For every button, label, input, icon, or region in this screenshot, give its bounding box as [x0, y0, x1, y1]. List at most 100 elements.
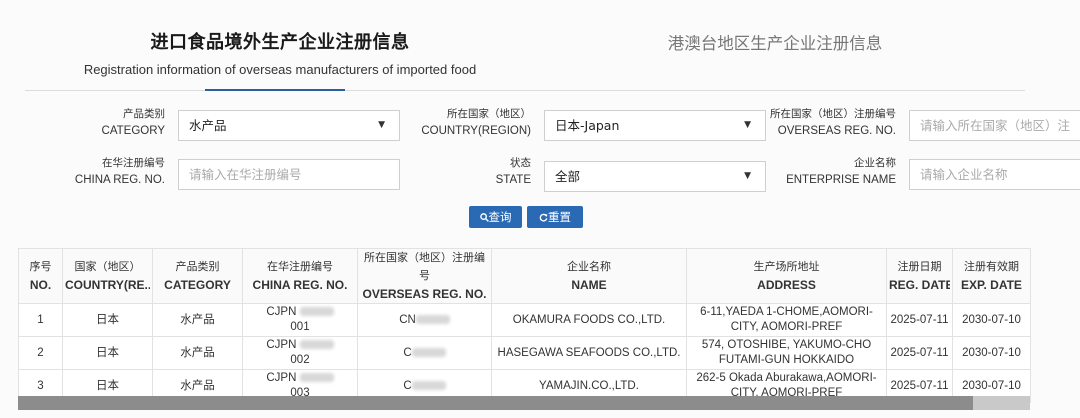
country-value: 日本-Japan — [555, 118, 620, 133]
cell-name: OKAMURA FOODS CO.,LTD. — [491, 303, 687, 337]
tab-subtitle: Registration information of overseas man… — [83, 62, 477, 77]
divider — [25, 90, 1025, 91]
cell-exp-date: 2030-07-10 — [952, 303, 1031, 337]
overseas-reg-prefix: C — [403, 379, 412, 392]
overseas-reg-label: 所在国家（地区）注册编号 OVERSEAS REG. NO. — [740, 106, 896, 140]
cell-address: 574, OTOSHIBE, YAKUMO-CHO FUTAMI-GUN HOK… — [686, 336, 887, 370]
redacted-block — [299, 307, 334, 317]
china-reg-suffix: 001 — [290, 321, 310, 333]
cell-no: 2 — [18, 336, 63, 370]
enterprise-label-en: ENTERPRISE NAME — [786, 174, 896, 186]
overseas-reg-placeholder: 请输入所在国家（地区）注 — [920, 118, 1071, 133]
col-header-name[interactable]: 企业名称 NAME — [491, 248, 687, 304]
overseas-reg-prefix: C — [403, 346, 412, 359]
col-header-no[interactable]: 序号 NO. — [18, 248, 63, 304]
header-en: NAME — [571, 278, 607, 292]
header-cn: 产品类别 — [175, 260, 220, 273]
caret-down-icon: ▼ — [378, 120, 385, 130]
enterprise-input[interactable]: 请输入企业名称 — [909, 159, 1080, 190]
header-en: COUNTRY(RE... — [65, 278, 150, 292]
tab-hk-macao-taiwan[interactable]: 港澳台地区生产企业注册信息 — [640, 30, 910, 54]
col-header-reg-date[interactable]: 注册日期 REG. DATE — [886, 248, 953, 304]
cell-address: 6-11,YAEDA 1-CHOME,AOMORI-CITY, AOMORI-P… — [686, 303, 887, 337]
category-value: 水产品 — [189, 118, 227, 133]
table-row[interactable]: 1 日本 水产品 CJPN 001 CN OKAMURA FOODS CO.,L… — [18, 303, 1031, 337]
china-reg-prefix: CJPN — [266, 372, 297, 384]
cell-category: 水产品 — [152, 336, 243, 370]
category-label: 产品类别 CATEGORY — [60, 106, 165, 140]
tab-bar: 进口食品境外生产企业注册信息 Registration information … — [0, 0, 1080, 92]
col-header-china-reg[interactable]: 在华注册编号 CHINA REG. NO. — [242, 248, 358, 304]
category-select[interactable]: 水产品 ▼ — [178, 110, 400, 141]
results-table: 序号 NO. 国家（地区） COUNTRY(RE... 产品类别 CATEGORY 在… — [18, 248, 1031, 403]
tab-overseas-manufacturers[interactable]: 进口食品境外生产企业注册信息 Registration information … — [60, 28, 500, 77]
china-reg-prefix: CJPN — [266, 306, 297, 318]
header-cn: 注册日期 — [897, 260, 942, 273]
china-reg-label: 在华注册编号 CHINA REG. NO. — [60, 155, 165, 189]
col-header-address[interactable]: 生产场所地址 ADDRESS — [686, 248, 887, 304]
header-cn: 在华注册编号 — [267, 260, 333, 273]
redacted-block — [299, 373, 334, 383]
caret-down-icon: ▼ — [744, 171, 751, 181]
china-reg-placeholder: 请输入在华注册编号 — [189, 167, 302, 182]
page: 进口食品境外生产企业注册信息 Registration information … — [0, 0, 1080, 418]
cell-country: 日本 — [62, 303, 153, 337]
cell-exp-date: 2030-07-10 — [952, 336, 1031, 370]
search-button-label: 查询 — [488, 210, 512, 224]
china-reg-input[interactable]: 请输入在华注册编号 — [178, 159, 400, 190]
header-cn: 企业名称 — [567, 260, 611, 273]
reset-button-label: 重置 — [548, 210, 571, 224]
country-label-en: COUNTRY(REGION) — [421, 125, 531, 137]
enterprise-label: 企业名称 ENTERPRISE NAME — [770, 155, 896, 189]
cell-category: 水产品 — [152, 303, 243, 337]
header-en: CHINA REG. NO. — [252, 278, 348, 292]
redacted-block — [299, 340, 334, 350]
scrollbar-thumb[interactable] — [18, 396, 973, 410]
overseas-reg-input[interactable]: 请输入所在国家（地区）注 — [909, 110, 1080, 141]
state-label-cn: 状态 — [510, 157, 531, 169]
category-label-cn: 产品类别 — [123, 108, 165, 120]
cell-no: 1 — [18, 303, 63, 337]
horizontal-scrollbar[interactable] — [18, 396, 1030, 410]
col-header-country[interactable]: 国家（地区） COUNTRY(RE... — [62, 248, 153, 304]
state-select[interactable]: 全部 ▼ — [544, 161, 766, 192]
country-select[interactable]: 日本-Japan ▼ — [544, 110, 766, 141]
cell-name: HASEGAWA SEAFOODS CO.,LTD. — [491, 336, 687, 370]
cell-country: 日本 — [62, 336, 153, 370]
header-cn: 注册有效期 — [964, 260, 1019, 273]
china-reg-label-cn: 在华注册编号 — [102, 157, 165, 169]
category-label-en: CATEGORY — [101, 125, 165, 137]
header-cn: 所在国家（地区）注册编号 — [364, 251, 485, 282]
state-value: 全部 — [555, 169, 581, 184]
header-en: EXP. DATE — [961, 278, 1022, 292]
header-en: ADDRESS — [757, 278, 816, 292]
china-reg-prefix: CJPN — [266, 339, 297, 351]
table-row[interactable]: 2 日本 水产品 CJPN 002 C HASEGAWA SEAFOODS CO… — [18, 336, 1031, 370]
redacted-block — [411, 347, 446, 357]
cell-overseas-reg: C — [357, 336, 492, 370]
redacted-block — [415, 314, 450, 324]
col-header-exp-date[interactable]: 注册有效期 EXP. DATE — [952, 248, 1031, 304]
china-reg-suffix: 002 — [290, 354, 310, 366]
state-label: 状态 STATE — [440, 155, 531, 189]
cell-china-reg: CJPN 001 — [242, 303, 358, 337]
active-tab-indicator — [205, 89, 345, 91]
col-header-overseas-reg[interactable]: 所在国家（地区）注册编号 OVERSEAS REG. NO. — [357, 248, 492, 304]
header-cn: 生产场所地址 — [753, 260, 820, 273]
tab-title: 进口食品境外生产企业注册信息 — [150, 32, 410, 53]
cell-overseas-reg: CN — [357, 303, 492, 337]
search-button[interactable]: 查询 — [469, 206, 522, 228]
col-header-category[interactable]: 产品类别 CATEGORY — [152, 248, 243, 304]
overseas-reg-prefix: CN — [399, 313, 416, 326]
country-label-cn: 所在国家（地区） — [447, 108, 531, 120]
reset-button[interactable]: 重置 — [527, 206, 583, 228]
header-en: REG. DATE — [889, 278, 950, 292]
china-reg-label-en: CHINA REG. NO. — [74, 174, 165, 186]
cell-reg-date: 2025-07-11 — [886, 303, 953, 337]
header-cn: 国家（地区） — [74, 260, 141, 273]
table-header-row: 序号 NO. 国家（地区） COUNTRY(RE... 产品类别 CATEGORY 在… — [18, 248, 1031, 304]
overseas-reg-label-cn: 所在国家（地区）注册编号 — [770, 108, 896, 120]
search-icon — [479, 213, 489, 222]
enterprise-placeholder: 请输入企业名称 — [920, 167, 1008, 182]
cell-china-reg: CJPN 002 — [242, 336, 358, 370]
